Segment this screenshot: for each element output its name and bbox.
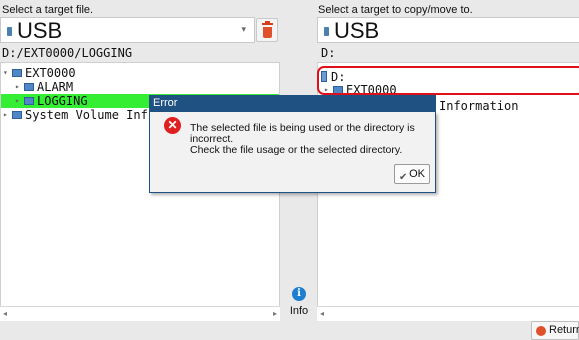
info-icon: i [292,287,306,301]
collapsed-arrow-icon[interactable]: ▸ [15,80,24,94]
left-device-select[interactable]: USB ▾ [0,17,255,43]
return-button[interactable]: Return [531,321,579,340]
folder-icon [24,97,34,105]
scroll-left-icon[interactable]: ◂ [3,309,7,318]
tree-item-alarm[interactable]: ▸ ALARM [15,80,73,94]
info-button[interactable]: i Info [284,284,314,320]
left-pane-label: Select a target file. [2,4,94,16]
expanded-arrow-icon[interactable]: ▾ [3,66,12,80]
usb-icon [324,27,329,36]
target-highlight [317,66,579,95]
error-dialog: ✕ The selected file is being used or the… [149,112,436,193]
checkmark-icon: ✔ [399,172,408,183]
left-device-name: USB [17,18,63,43]
folder-icon [12,69,22,77]
folder-icon [24,83,34,91]
tree-item-information[interactable]: Information [439,99,518,113]
right-device-select[interactable]: USB [317,17,579,43]
ok-button[interactable]: ✔ OK [394,164,430,184]
usb-icon [7,27,12,36]
right-device-name: USB [334,18,380,43]
tree-item-system-volume[interactable]: ▸ System Volume Inf [3,108,148,122]
delete-button[interactable] [256,18,278,42]
folder-icon [12,111,22,119]
left-horizontal-scrollbar[interactable]: ◂ ▸ [0,306,280,321]
chevron-down-icon[interactable]: ▾ [241,24,246,35]
tree-item-ext0000[interactable]: ▾ EXT0000 [3,66,76,80]
right-path: D: [321,46,336,60]
error-icon: ✕ [164,117,181,134]
return-icon [536,326,546,336]
left-path: D:/EXT0000/LOGGING [2,46,133,60]
right-pane-label: Select a target to copy/move to. [318,4,473,16]
right-horizontal-scrollbar[interactable]: ◂ [317,306,579,321]
scroll-right-icon[interactable]: ▸ [273,309,277,318]
error-message: The selected file is being used or the d… [190,122,415,156]
scroll-left-icon[interactable]: ◂ [320,309,324,318]
collapsed-arrow-icon[interactable]: ▸ [15,94,24,108]
dialog-title: Error [149,95,436,112]
collapsed-arrow-icon[interactable]: ▸ [3,108,12,122]
